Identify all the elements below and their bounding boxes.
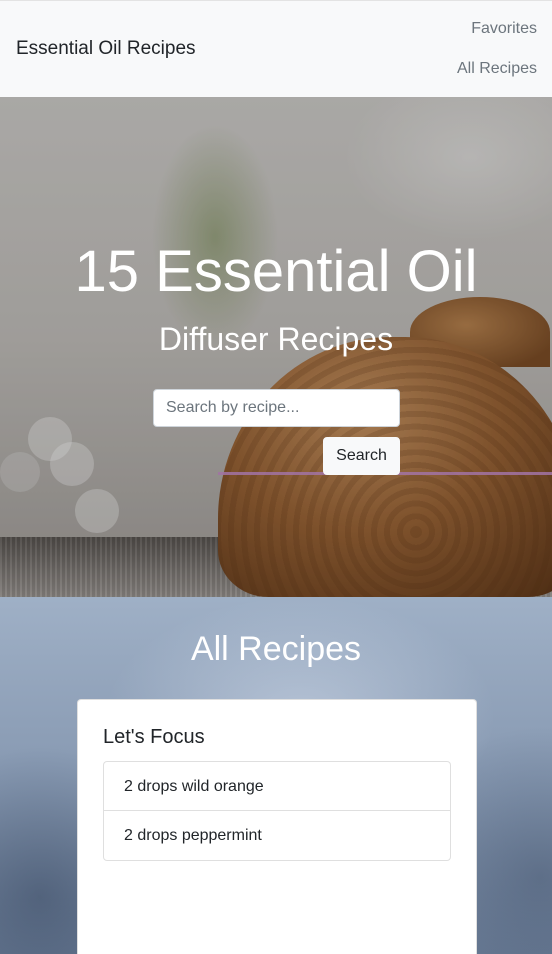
hero-title: 15 Essential Oil — [74, 239, 478, 304]
ingredient-item: 2 drops peppermint — [124, 827, 262, 844]
recipe-card-title: Let's Focus — [103, 726, 205, 748]
nav-link-all-recipes[interactable]: All Recipes — [457, 59, 537, 99]
navbar-brand[interactable]: Essential Oil Recipes — [16, 38, 196, 60]
hero-subtitle: Diffuser Recipes — [158, 321, 394, 357]
search-input[interactable] — [153, 389, 400, 427]
nav-link-favorites[interactable]: Favorites — [457, 19, 537, 59]
recipe-card: Let's Focus 2 drops wild orange 2 drops … — [77, 699, 477, 954]
navbar: Essential Oil Recipes Favorites All Reci… — [0, 0, 552, 97]
section-title: All Recipes — [190, 630, 362, 668]
all-recipes-section: All Recipes Let's Focus 2 drops wild ora… — [0, 597, 552, 954]
search-button[interactable]: Search — [323, 437, 400, 475]
nav-links: Favorites All Recipes — [457, 19, 537, 99]
ingredient-item: 2 drops wild orange — [104, 762, 450, 811]
hero-section: 15 Essential Oil Diffuser Recipes Search — [0, 97, 552, 597]
ingredient-list: 2 drops wild orange 2 drops peppermint — [103, 761, 451, 861]
